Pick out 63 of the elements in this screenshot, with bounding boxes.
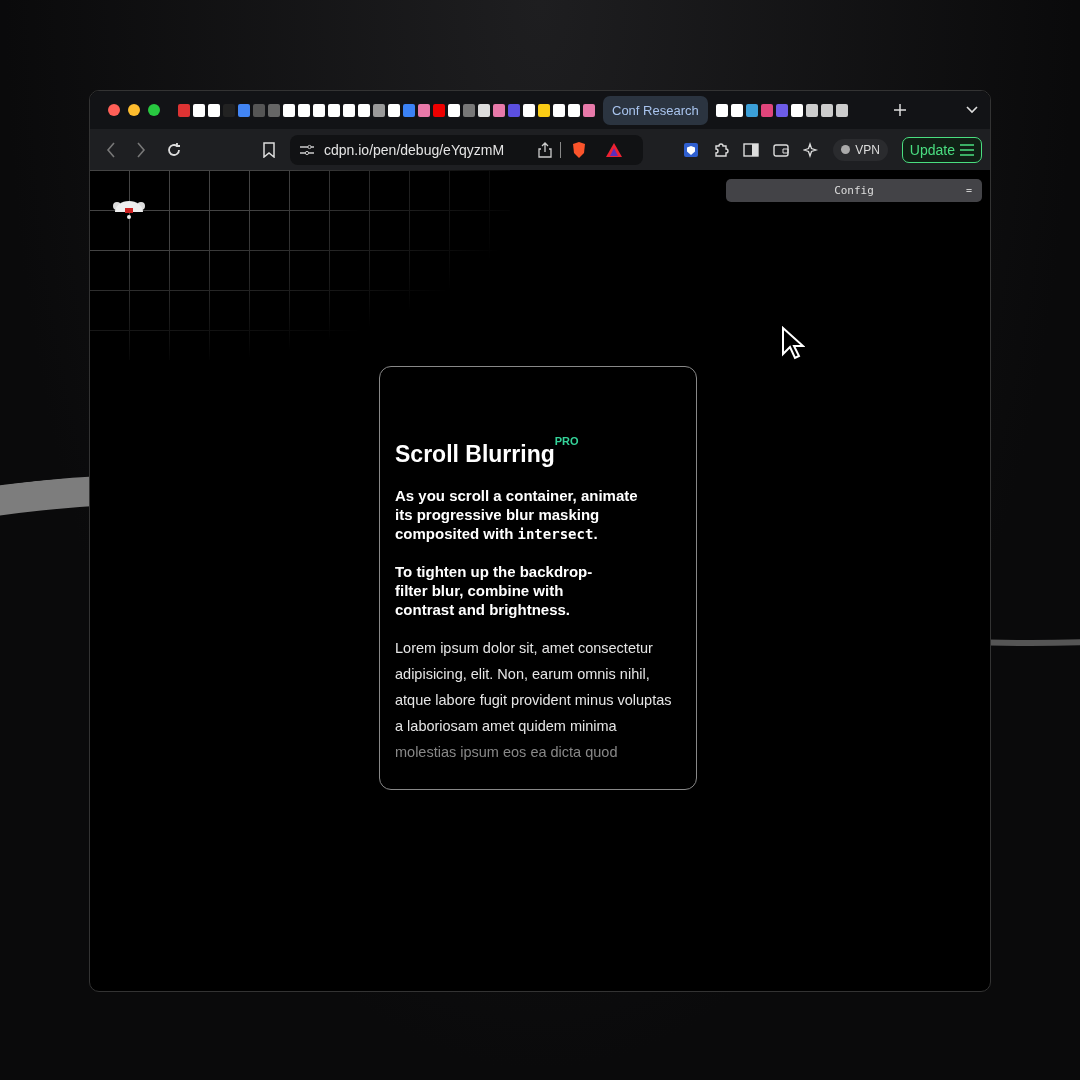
minimize-icon[interactable]	[128, 104, 140, 116]
tab-favicon-icon[interactable]	[568, 103, 580, 117]
update-button[interactable]: Update	[901, 136, 982, 163]
tab-favicon-icon[interactable]	[193, 103, 205, 117]
tab-favicon-icon[interactable]	[388, 103, 400, 117]
tab-favicon-icon[interactable]	[478, 103, 490, 117]
tab-favicon-icon[interactable]	[283, 103, 295, 117]
tab-favicon-icon[interactable]	[538, 103, 550, 117]
close-icon[interactable]	[108, 104, 120, 116]
body-text-line: a laboriosam amet quidem minima	[395, 717, 618, 736]
tab-favicon-icon[interactable]	[208, 103, 220, 117]
tab-favicon-icon[interactable]	[343, 103, 355, 117]
tab-favicon-icon[interactable]	[523, 103, 535, 117]
triangle-icon[interactable]	[605, 141, 624, 158]
plus-icon[interactable]	[894, 104, 906, 116]
maximize-icon[interactable]	[148, 104, 160, 116]
bear-logo-icon	[111, 198, 147, 222]
card-title: Scroll Blurring	[395, 441, 555, 468]
reload-icon[interactable]	[166, 141, 182, 158]
puzzle-icon[interactable]	[713, 141, 730, 158]
url-text: cdpn.io/pen/debug/eYqyzmM	[324, 141, 505, 158]
intro-paragraph: To tighten up the backdrop-filter blur, combine with contrast and brightness.	[395, 562, 594, 619]
forward-icon[interactable]	[136, 141, 146, 158]
tab-favicon-icon[interactable]	[715, 103, 728, 117]
tab-favicon-icon[interactable]	[790, 103, 803, 117]
body-text-line: atque labore fugit provident minus voluptas	[395, 691, 673, 710]
body-text-line: adipisicing, elit. Non, earum omnis nihil,	[395, 665, 651, 684]
share-icon[interactable]	[538, 141, 553, 158]
tab-favicon-icon[interactable]	[745, 103, 758, 117]
tab-favicon-icon[interactable]	[730, 103, 743, 117]
bookmark-icon[interactable]	[262, 141, 276, 158]
tab-favicon-icon[interactable]	[835, 103, 848, 117]
sidebar-icon[interactable]	[743, 142, 760, 157]
tab-favicon-icon[interactable]	[820, 103, 833, 117]
tab-favicon-icon[interactable]	[805, 103, 818, 117]
tab-favicon-icon[interactable]	[583, 103, 595, 117]
body-text-line: molestias ipsum eos ea dicta quod	[395, 743, 619, 762]
tab-favicon-icon[interactable]	[493, 103, 505, 117]
back-icon[interactable]	[106, 141, 116, 158]
wallet-icon[interactable]	[773, 142, 790, 157]
chevron-down-icon[interactable]	[966, 106, 978, 114]
tab-favicon-icon[interactable]	[328, 103, 340, 117]
cursor-icon	[781, 326, 805, 360]
site-settings-icon[interactable]	[300, 143, 314, 156]
intro-paragraph: As you scroll a container, animate its progressive blur masking composited with intersect.	[395, 486, 639, 544]
tab-favicon-icon[interactable]	[358, 103, 370, 117]
tab-favicon-icon[interactable]	[553, 103, 565, 117]
body-text-line: Lorem ipsum dolor sit, amet consectetur	[395, 639, 654, 658]
tab-favicon-icon[interactable]	[448, 103, 460, 117]
vpn-button[interactable]: VPN	[833, 138, 888, 161]
tab-favicon-icon[interactable]	[298, 103, 310, 117]
tab-favicon-icon[interactable]	[418, 103, 430, 117]
shield-extension-icon[interactable]	[683, 141, 700, 158]
sparkle-icon[interactable]	[803, 141, 820, 158]
drag-handle[interactable]: =	[965, 185, 972, 196]
menu-icon	[960, 143, 974, 156]
tab-favicon-icon[interactable]	[313, 103, 325, 117]
pro-label: PRO	[554, 435, 579, 447]
address-bar[interactable]: cdpn.io/pen/debug/eYqyzmM	[290, 134, 644, 165]
panel-title: Config	[834, 184, 874, 197]
tab-favicon-icon[interactable]	[373, 103, 385, 117]
config-panel[interactable]: Config =	[726, 179, 982, 202]
browser-tab[interactable]: Conf Research	[603, 95, 708, 125]
